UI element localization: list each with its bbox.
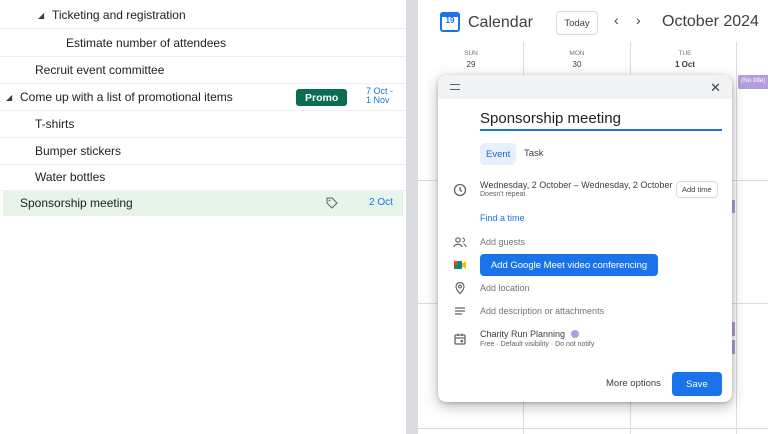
- event-datetime[interactable]: Wednesday, 2 October – Wednesday, 2 Octo…: [480, 180, 672, 190]
- task-label: Sponsorship meeting: [20, 196, 133, 210]
- day-header-mon[interactable]: MON 30: [537, 50, 617, 69]
- more-options-button[interactable]: More options: [606, 378, 661, 389]
- grid-row-line: [418, 428, 768, 429]
- task-label: T-shirts: [35, 117, 75, 131]
- calendar-event-chip[interactable]: (No title): [738, 75, 768, 89]
- task-label: Recruit event committee: [35, 63, 165, 77]
- collapse-caret-icon[interactable]: ◢: [38, 11, 48, 20]
- task-label: Estimate number of attendees: [66, 36, 227, 50]
- day-header-tue[interactable]: TUE 1 Oct: [645, 50, 725, 69]
- next-chevron-icon[interactable]: ›: [636, 12, 641, 28]
- task-label: Ticketing and registration: [52, 8, 186, 22]
- calendar-logo-icon: 19: [440, 12, 460, 32]
- add-description-field[interactable]: Add description or attachments: [480, 306, 604, 316]
- prev-chevron-icon[interactable]: ‹: [614, 12, 619, 28]
- day-header-sun[interactable]: SUN 29: [431, 50, 511, 69]
- task-row-estimate-attendees[interactable]: Estimate number of attendees: [0, 30, 406, 57]
- event-quick-create-dialog: ✕ Event Task Wednesday, 2 October – Wedn…: [438, 75, 732, 402]
- calendar-name: Charity Run Planning: [480, 329, 566, 339]
- grid-column-line: [736, 42, 737, 434]
- description-icon: [455, 307, 465, 315]
- visibility-settings[interactable]: Free · Default visibility · Do not notif…: [480, 341, 594, 348]
- event-title-input[interactable]: [480, 109, 722, 131]
- task-date[interactable]: 2 Oct: [369, 197, 393, 208]
- dialog-drag-bar[interactable]: ✕: [438, 75, 732, 99]
- task-label: Water bottles: [35, 170, 106, 184]
- today-button[interactable]: Today: [556, 11, 598, 35]
- app-title: Calendar: [468, 14, 533, 31]
- day-name: SUN: [464, 50, 478, 57]
- task-list-pane: ◢ Ticketing and registration Estimate nu…: [0, 0, 406, 434]
- add-location-field[interactable]: Add location: [480, 283, 530, 293]
- date-range-end: 1 Nov: [366, 95, 390, 105]
- pane-divider[interactable]: [406, 0, 418, 434]
- task-label: Come up with a list of promotional items: [20, 90, 233, 104]
- task-row-recruit-committee[interactable]: Recruit event committee: [0, 57, 406, 84]
- add-google-meet-button[interactable]: Add Google Meet video conferencing: [480, 254, 658, 276]
- tab-task[interactable]: Task: [524, 148, 544, 159]
- task-row-ticketing[interactable]: ◢ Ticketing and registration: [0, 2, 406, 29]
- calendar-event-marker[interactable]: [732, 200, 735, 213]
- promo-tag-badge[interactable]: Promo: [296, 89, 348, 106]
- calendar-logo-number: 19: [445, 16, 455, 25]
- task-row-water-bottles[interactable]: Water bottles: [0, 164, 406, 191]
- task-date-range: 7 Oct - 1 Nov: [366, 87, 393, 105]
- clock-icon: [453, 183, 467, 197]
- calendar-color-dot: [571, 330, 580, 338]
- guests-icon: [453, 237, 467, 248]
- google-meet-icon: [454, 261, 466, 269]
- task-row-sponsorship-meeting[interactable]: Sponsorship meeting 2 Oct: [3, 190, 403, 216]
- task-row-bumper-stickers[interactable]: Bumper stickers: [0, 138, 406, 165]
- close-icon[interactable]: ✕: [710, 80, 721, 96]
- tag-icon[interactable]: [326, 197, 338, 209]
- tab-event[interactable]: Event: [480, 143, 517, 165]
- day-date: 1 Oct: [674, 60, 695, 69]
- drag-handle-icon[interactable]: [450, 84, 460, 90]
- location-pin-icon: [455, 281, 465, 295]
- collapse-caret-icon[interactable]: ◢: [6, 93, 16, 102]
- task-row-tshirts[interactable]: T-shirts: [0, 111, 406, 138]
- day-name: TUE: [678, 50, 692, 57]
- task-row-promotional-items[interactable]: ◢ Come up with a list of promotional ite…: [0, 84, 406, 111]
- day-name: MON: [569, 50, 585, 57]
- add-guests-field[interactable]: Add guests: [480, 237, 525, 247]
- repeat-setting[interactable]: Doesn't repeat: [480, 191, 525, 198]
- calendar-selector[interactable]: Charity Run Planning: [480, 329, 580, 339]
- add-time-button[interactable]: Add time: [676, 181, 718, 198]
- calendar-event-marker[interactable]: [732, 340, 735, 354]
- calendar-event-marker[interactable]: [732, 322, 735, 336]
- day-date: 30: [572, 60, 582, 69]
- find-a-time-link[interactable]: Find a time: [480, 213, 525, 223]
- month-label: October 2024: [662, 13, 759, 30]
- day-date: 29: [466, 60, 476, 69]
- task-label: Bumper stickers: [35, 144, 122, 158]
- save-button[interactable]: Save: [672, 372, 722, 396]
- calendar-icon: [454, 333, 466, 345]
